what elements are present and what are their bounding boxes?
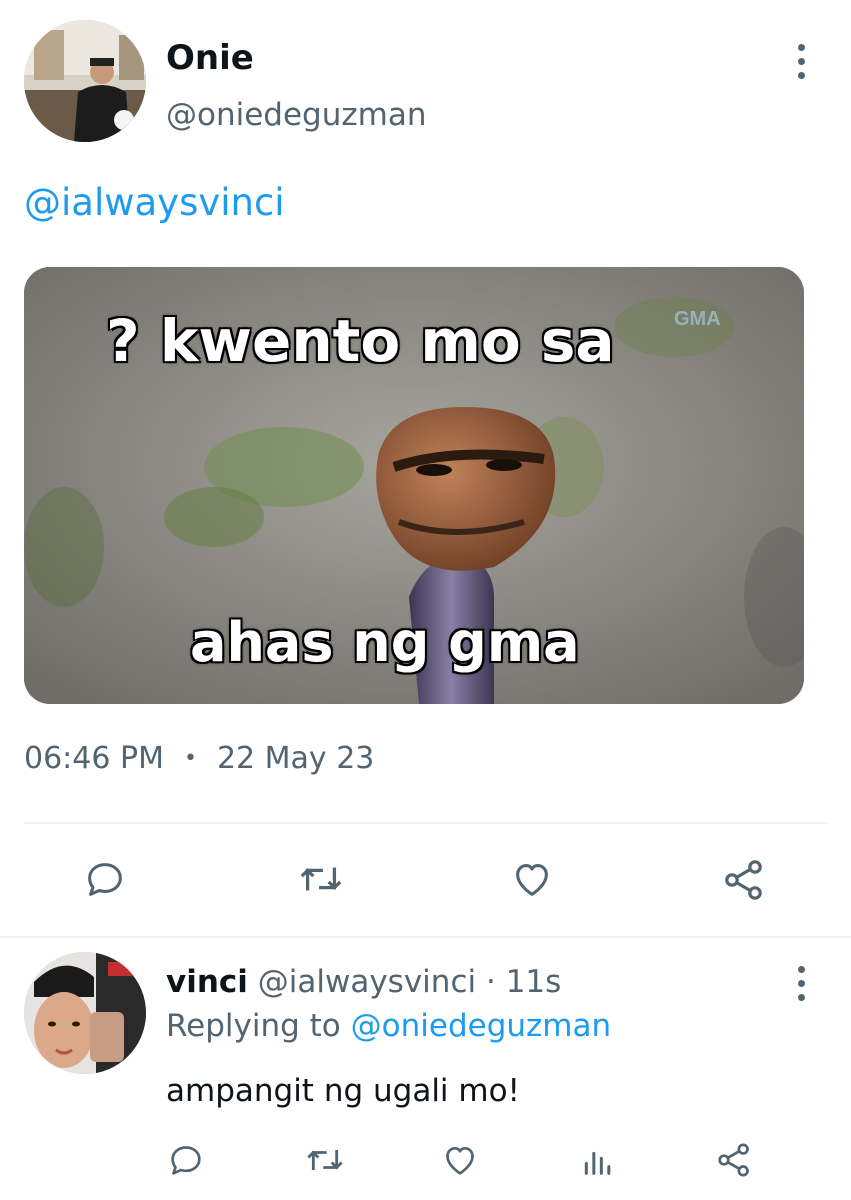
- reply-header: vinci @ialwaysvinci · 11s: [166, 962, 561, 1002]
- reply-button[interactable]: [82, 856, 128, 902]
- reply-author-handle[interactable]: @ialwaysvinci: [258, 964, 476, 1000]
- replying-to: Replying to @oniedeguzman: [166, 1006, 611, 1046]
- meme-bottom-caption: ahas ng gma: [189, 610, 581, 675]
- reply-icon: [88, 863, 122, 896]
- retweet-icon: [300, 867, 342, 891]
- share-icon: [718, 1143, 749, 1177]
- tweet-timestamp[interactable]: 06:46 PM • 22 May 23: [24, 740, 374, 778]
- like-icon: [516, 864, 548, 896]
- reply-more-options-icon[interactable]: [786, 966, 816, 1001]
- divider: [0, 936, 851, 938]
- retweet-button[interactable]: [296, 856, 346, 902]
- tweet-media-image[interactable]: GMA ? kwento mo sa ahas ng gma: [24, 267, 804, 704]
- reply-author-name[interactable]: vinci: [166, 964, 248, 1000]
- views-icon: [584, 1151, 611, 1175]
- like-icon: [446, 1147, 474, 1175]
- reply-like-button[interactable]: [440, 1140, 480, 1180]
- reply-author-avatar[interactable]: [24, 952, 146, 1074]
- reply-share-button[interactable]: [714, 1140, 754, 1180]
- author-name[interactable]: Onie: [166, 38, 254, 78]
- reply-views-button[interactable]: [578, 1140, 618, 1180]
- meme-top-caption: ? kwento mo sa: [105, 306, 616, 376]
- reply-text: ampangit ng ugali mo!: [166, 1073, 520, 1109]
- share-button[interactable]: [720, 856, 768, 904]
- reply-reply-button[interactable]: [166, 1140, 206, 1180]
- more-options-icon[interactable]: [786, 44, 816, 79]
- author-handle[interactable]: @oniedeguzman: [166, 96, 427, 134]
- author-avatar[interactable]: [24, 20, 146, 142]
- like-button[interactable]: [509, 856, 555, 902]
- timestamp-separator: •: [183, 746, 197, 771]
- share-icon: [725, 860, 762, 900]
- reply-retweet-button[interactable]: [303, 1140, 347, 1180]
- replying-to-label: Replying to: [166, 1008, 341, 1044]
- reply-age[interactable]: 11s: [506, 964, 562, 1000]
- reply-dot-separator: ·: [485, 964, 496, 1000]
- tweet-mention-link[interactable]: @ialwaysvinci: [24, 180, 285, 226]
- tweet-time: 06:46 PM: [24, 741, 164, 776]
- reply-icon: [171, 1146, 201, 1175]
- watermark: GMA: [674, 308, 721, 330]
- replying-to-handle[interactable]: @oniedeguzman: [351, 1008, 612, 1044]
- retweet-icon: [307, 1150, 343, 1170]
- divider: [24, 822, 828, 824]
- tweet-date: 22 May 23: [216, 741, 375, 776]
